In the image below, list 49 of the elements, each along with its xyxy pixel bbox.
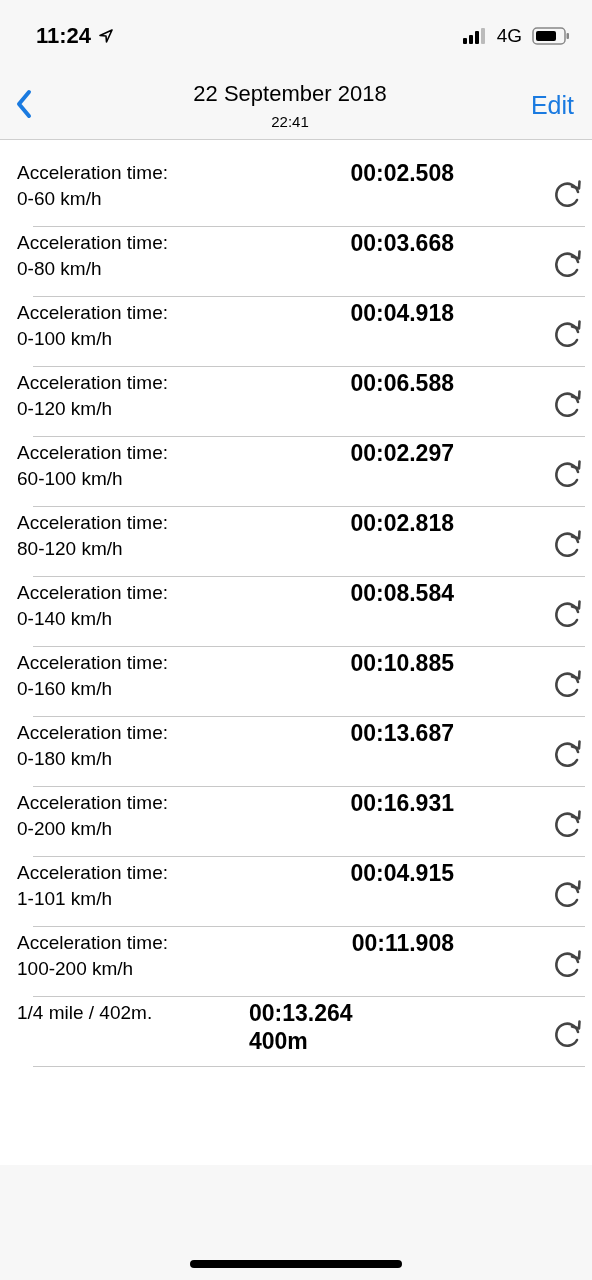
refresh-icon[interactable] bbox=[553, 459, 583, 489]
refresh-icon[interactable] bbox=[553, 529, 583, 559]
result-label: Acceleration time: 0-120 km/h bbox=[17, 371, 169, 421]
refresh-icon[interactable] bbox=[553, 809, 583, 839]
network-label: 4G bbox=[496, 25, 522, 47]
result-label: Acceleration time: 0-180 km/h bbox=[17, 721, 169, 771]
result-label: Acceleration time: 0-60 km/h bbox=[17, 161, 169, 211]
refresh-icon[interactable] bbox=[553, 739, 583, 769]
result-label: Acceleration time: 100-200 km/h bbox=[17, 931, 169, 981]
battery-icon bbox=[532, 27, 570, 45]
result-time: 00:03.668 bbox=[350, 230, 454, 256]
result-time: 00:13.264 bbox=[249, 999, 353, 1027]
result-time: 00:10.885 bbox=[350, 650, 454, 676]
result-label: Acceleration time: 0-80 km/h bbox=[17, 231, 169, 281]
refresh-icon[interactable] bbox=[553, 389, 583, 419]
refresh-icon[interactable] bbox=[553, 179, 583, 209]
result-distance: 400m bbox=[249, 1027, 309, 1055]
refresh-icon[interactable] bbox=[553, 669, 583, 699]
result-time: 00:06.588 bbox=[350, 370, 454, 396]
status-time: 11:24 bbox=[36, 23, 92, 49]
chevron-left-icon bbox=[16, 89, 32, 119]
result-label: Acceleration time: 0-200 km/h bbox=[17, 791, 169, 841]
edit-button[interactable]: Edit bbox=[518, 91, 574, 120]
result-label: Acceleration time: 0-100 km/h bbox=[17, 301, 169, 351]
result-label: Acceleration time: 80-120 km/h bbox=[17, 511, 169, 561]
result-label: 1/4 mile / 402m. bbox=[17, 1002, 153, 1023]
result-time: 00:08.584 bbox=[350, 580, 454, 606]
refresh-icon[interactable] bbox=[553, 599, 583, 629]
signal-icon bbox=[462, 28, 487, 44]
refresh-icon[interactable] bbox=[553, 879, 583, 909]
result-time: 00:02.508 bbox=[350, 160, 454, 186]
result-label: Acceleration time: 1-101 km/h bbox=[17, 861, 169, 911]
location-arrow-icon bbox=[99, 29, 114, 43]
result-label: Acceleration time: 60-100 km/h bbox=[17, 441, 169, 491]
result-time: 00:04.918 bbox=[350, 300, 454, 326]
nav-subtitle: 22:41 bbox=[271, 113, 309, 130]
refresh-icon[interactable] bbox=[553, 249, 583, 279]
result-time: 00:11.908 bbox=[351, 930, 454, 956]
result-label: Acceleration time: 0-140 km/h bbox=[17, 581, 169, 631]
refresh-icon[interactable] bbox=[553, 319, 583, 349]
result-time: 00:16.931 bbox=[350, 790, 454, 816]
refresh-icon[interactable] bbox=[553, 1019, 583, 1049]
result-time: 00:02.297 bbox=[350, 440, 454, 466]
refresh-icon[interactable] bbox=[553, 949, 583, 979]
nav-title: 22 September 2018 bbox=[193, 81, 387, 107]
result-label: Acceleration time: 0-160 km/h bbox=[17, 651, 169, 701]
result-time: 00:04.915 bbox=[350, 860, 454, 886]
result-time: 00:02.818 bbox=[350, 510, 454, 536]
result-time: 00:13.687 bbox=[350, 720, 454, 746]
